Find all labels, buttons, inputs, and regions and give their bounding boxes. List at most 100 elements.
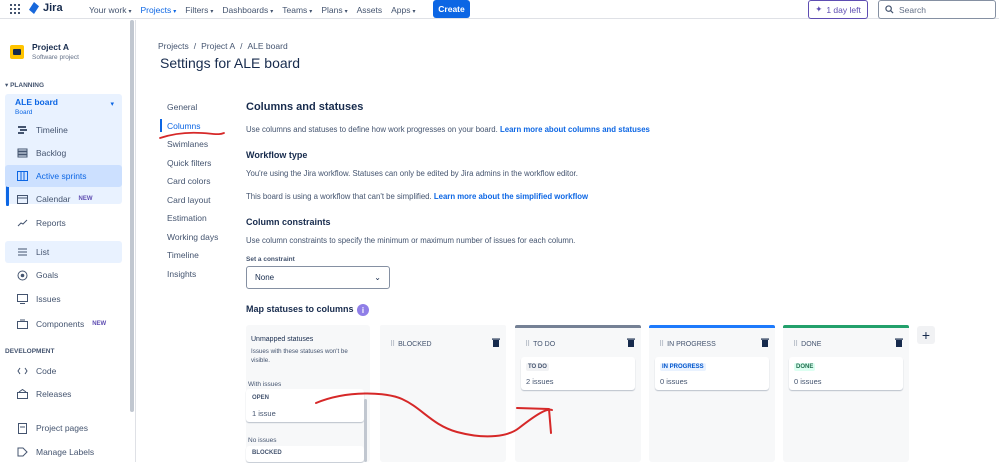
planning-section-label[interactable]: ▾ PLANNING <box>5 81 44 89</box>
status-card-open[interactable]: OPEN 1 issue <box>246 389 364 422</box>
trial-days-button[interactable]: ✦ 1 day left <box>808 0 868 19</box>
sidebar-item-active-sprints[interactable]: Active sprints <box>5 165 122 187</box>
calendar-icon <box>16 194 28 204</box>
status-lozenge: BLOCKED <box>252 450 282 456</box>
learn-columns-link[interactable]: Learn more about columns and statuses <box>500 125 650 134</box>
unmapped-statuses-column: Unmapped statuses Issues with these stat… <box>246 325 370 462</box>
nav-teams[interactable]: Teams ▾ <box>282 5 312 15</box>
sidebar-item-reports[interactable]: Reports <box>5 212 122 234</box>
breadcrumb-item[interactable]: Project A <box>201 41 235 51</box>
status-card-blocked[interactable]: BLOCKED <box>246 446 364 462</box>
nav-projects[interactable]: Projects ▾ <box>141 5 177 15</box>
releases-icon <box>16 389 28 399</box>
column-header: ⠿ BLOCKED <box>390 340 432 349</box>
settings-nav-general[interactable]: General <box>167 102 197 112</box>
board-column-to-do[interactable]: ⠿ TO DO TO DO 2 issues <box>515 325 641 462</box>
sidebar-item-label: Components <box>36 319 85 329</box>
issue-count: 0 issues <box>794 377 822 386</box>
breadcrumb-item[interactable]: Projects <box>158 41 189 51</box>
nav-apps[interactable]: Apps ▾ <box>391 5 415 15</box>
components-icon <box>16 319 28 329</box>
trial-days-label: 1 day left <box>826 4 861 15</box>
goals-icon <box>16 270 28 280</box>
sparkle-icon: ✦ <box>815 4 823 14</box>
chevron-down-icon: ▾ <box>210 8 214 15</box>
nav-label: Dashboards <box>222 4 269 15</box>
settings-nav-card-layout[interactable]: Card layout <box>167 195 210 205</box>
primary-nav: Your work ▾ Projects ▾ Filters ▾ Dashboards ▾ Te… <box>89 0 425 19</box>
workflow-text-2: This board is using a workflow that can'… <box>246 192 589 201</box>
breadcrumb-item[interactable]: ALE board <box>248 41 288 51</box>
sidebar-item-label: Releases <box>36 389 72 399</box>
sidebar-scrollbar[interactable] <box>130 20 134 412</box>
code-icon <box>16 366 28 376</box>
nav-label: Plans <box>321 4 343 15</box>
breadcrumb: Projects / Project A / ALE board <box>158 41 293 51</box>
red-underline-annotation <box>159 131 225 139</box>
search-placeholder: Search <box>899 4 926 15</box>
nav-dashboards[interactable]: Dashboards ▾ <box>222 5 273 15</box>
project-header[interactable]: Project A Software project <box>10 42 79 61</box>
sidebar-item-issues[interactable]: Issues <box>5 288 122 310</box>
settings-nav-quick-filters[interactable]: Quick filters <box>167 158 211 168</box>
search-input[interactable]: Search <box>878 0 996 19</box>
board-column-done[interactable]: ⠿ DONE DONE 0 issues <box>783 325 909 462</box>
drag-handle-icon[interactable]: ⠿ <box>525 340 530 348</box>
unmapped-scrollbar[interactable] <box>364 399 367 462</box>
drag-handle-icon[interactable]: ⠿ <box>793 340 798 348</box>
delete-column-icon[interactable] <box>761 338 769 349</box>
settings-nav-timeline[interactable]: Timeline <box>167 250 199 260</box>
nav-filters[interactable]: Filters ▾ <box>185 5 213 15</box>
sidebar-item-components[interactable]: Components NEW <box>5 313 122 335</box>
sidebar-item-project-pages[interactable]: Project pages <box>5 417 122 439</box>
labels-icon <box>16 447 28 457</box>
delete-column-icon[interactable] <box>627 338 635 349</box>
settings-nav-working-days[interactable]: Working days <box>167 232 218 242</box>
sidebar-item-label: Active sprints <box>36 171 87 181</box>
sidebar-item-label: Reports <box>36 218 66 228</box>
board-column-in-progress[interactable]: ⠿ IN PROGRESS IN PROGRESS 0 issues <box>649 325 775 462</box>
main-content: Projects / Project A / ALE board Settings fo… <box>137 20 999 462</box>
status-card[interactable]: IN PROGRESS 0 issues <box>655 357 769 390</box>
sidebar-item-label: Backlog <box>36 148 67 158</box>
drag-handle-icon[interactable]: ⠿ <box>390 340 395 348</box>
settings-nav-card-colors[interactable]: Card colors <box>167 176 210 186</box>
nav-plans[interactable]: Plans ▾ <box>321 5 347 15</box>
settings-nav-estimation[interactable]: Estimation <box>167 213 207 223</box>
chevron-down-icon: ▾ <box>344 8 348 15</box>
delete-column-icon[interactable] <box>895 338 903 349</box>
status-card[interactable]: DONE 0 issues <box>789 357 903 390</box>
board-column-blocked[interactable]: ⠿ BLOCKED <box>380 325 506 462</box>
columns-heading: Columns and statuses <box>246 101 364 113</box>
drag-handle-icon[interactable]: ⠿ <box>659 340 664 348</box>
jira-logo[interactable]: Jira <box>29 2 63 14</box>
column-header: ⠿ IN PROGRESS <box>659 340 716 349</box>
nav-your-work[interactable]: Your work ▾ <box>89 5 132 15</box>
constraint-select[interactable]: None ⌄ <box>246 266 390 289</box>
sidebar-item-calendar[interactable]: Calendar NEW <box>5 188 122 210</box>
create-button[interactable]: Create <box>433 0 470 18</box>
app-switcher-icon[interactable] <box>10 4 20 14</box>
sidebar-item-list[interactable]: List <box>5 241 122 263</box>
add-column-button[interactable]: + <box>917 326 935 344</box>
column-accent-bar <box>380 325 506 328</box>
sidebar-item-manage-labels[interactable]: Manage Labels <box>5 441 122 463</box>
sidebar-item-label: Timeline <box>36 125 68 135</box>
info-icon[interactable]: i <box>357 304 369 316</box>
breadcrumb-separator: / <box>240 41 243 51</box>
chevron-down-icon: ▾ <box>412 8 416 15</box>
delete-column-icon[interactable] <box>492 338 500 349</box>
nav-assets[interactable]: Assets <box>357 5 383 15</box>
status-card[interactable]: TO DO 2 issues <box>521 357 635 390</box>
learn-workflow-link[interactable]: Learn more about the simplified workflow <box>434 192 588 201</box>
sidebar-item-goals[interactable]: Goals <box>5 264 122 286</box>
project-avatar <box>10 45 24 59</box>
reports-icon <box>16 218 28 228</box>
sidebar-item-backlog[interactable]: Backlog <box>5 142 122 164</box>
issue-count: 0 issues <box>660 377 688 386</box>
sidebar-item-code[interactable]: Code <box>5 360 122 382</box>
settings-nav-insights[interactable]: Insights <box>167 269 196 279</box>
sidebar-item-timeline[interactable]: Timeline <box>5 119 122 141</box>
sidebar-item-releases[interactable]: Releases <box>5 383 122 405</box>
sidebar-item-label: Goals <box>36 270 59 280</box>
